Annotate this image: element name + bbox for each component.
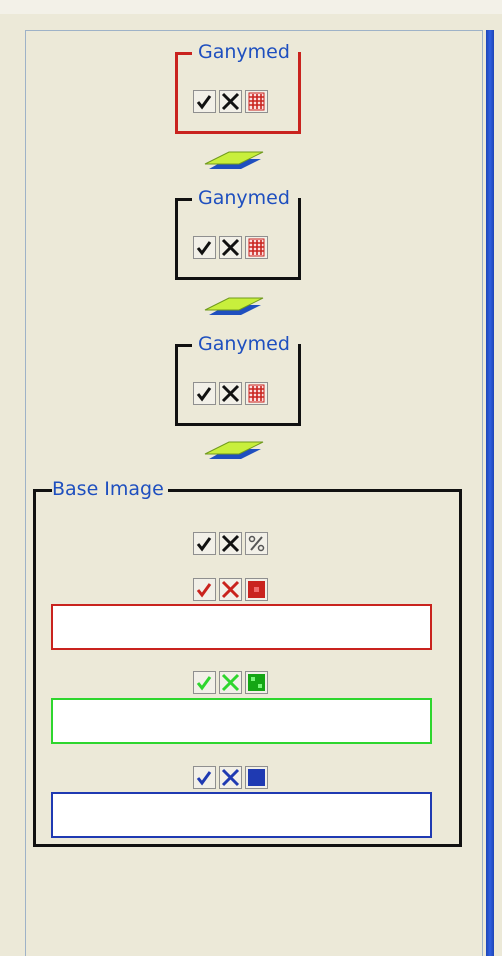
layer-box-3[interactable]: Ganymed — [175, 333, 301, 426]
layer-stack-icon — [193, 430, 271, 470]
layer-stack-icon — [193, 140, 271, 180]
green-cross-icon[interactable] — [219, 671, 242, 694]
green-check-icon[interactable] — [193, 671, 216, 694]
palette-icon[interactable] — [245, 90, 268, 113]
check-icon[interactable] — [193, 90, 216, 113]
cross-icon[interactable] — [219, 382, 242, 405]
check-icon[interactable] — [193, 382, 216, 405]
blue-scrollbar-edge[interactable] — [486, 30, 494, 956]
blue-cross-icon[interactable] — [219, 766, 242, 789]
layer-title: Ganymed — [198, 333, 292, 355]
layer-panel: Ganymed Ganymed Ganymed Base Image — [0, 0, 502, 956]
blue-channel-input[interactable] — [51, 792, 432, 838]
green-color-icon[interactable] — [245, 671, 268, 694]
blue-check-icon[interactable] — [193, 766, 216, 789]
palette-icon[interactable] — [245, 382, 268, 405]
red-color-icon[interactable] — [245, 578, 268, 601]
top-strip — [0, 0, 502, 14]
palette-icon[interactable] — [245, 236, 268, 259]
base-image-title: Base Image — [52, 478, 168, 500]
blue-color-icon[interactable] — [245, 766, 268, 789]
cross-icon[interactable] — [219, 532, 242, 555]
check-icon[interactable] — [193, 532, 216, 555]
red-channel-input[interactable] — [51, 604, 432, 650]
cross-icon[interactable] — [219, 236, 242, 259]
layer-title: Ganymed — [198, 41, 292, 63]
cross-icon[interactable] — [219, 90, 242, 113]
red-check-icon[interactable] — [193, 578, 216, 601]
layer-box-2[interactable]: Ganymed — [175, 187, 301, 280]
percent-icon[interactable] — [245, 532, 268, 555]
check-icon[interactable] — [193, 236, 216, 259]
layer-title: Ganymed — [198, 187, 292, 209]
base-image-group: Base Image — [33, 478, 462, 847]
green-channel-input[interactable] — [51, 698, 432, 744]
red-cross-icon[interactable] — [219, 578, 242, 601]
layer-stack-icon — [193, 286, 271, 326]
layer-box-1[interactable]: Ganymed — [175, 41, 301, 134]
